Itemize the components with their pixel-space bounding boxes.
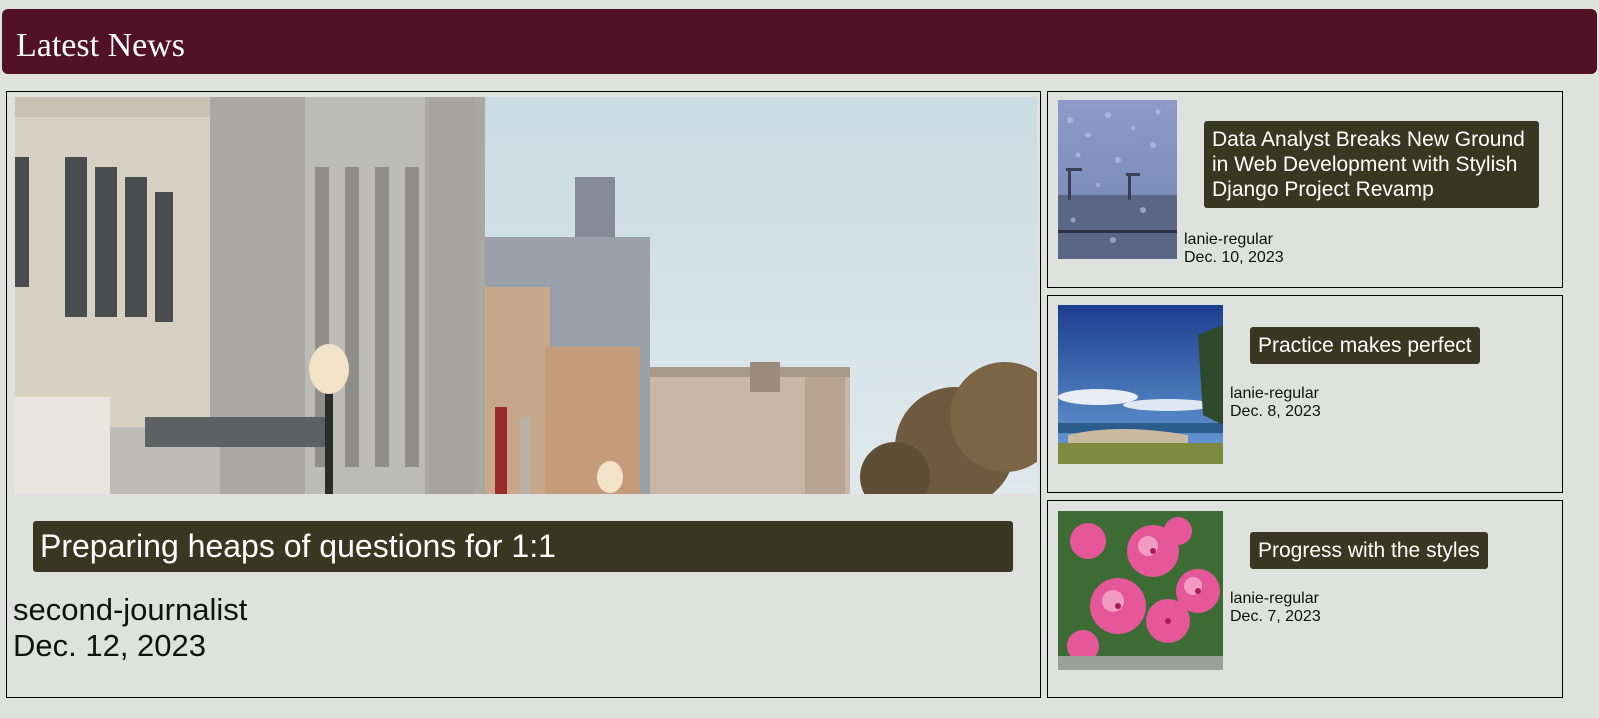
article-thumbnail[interactable] <box>1058 305 1223 464</box>
article-card[interactable]: Data Analyst Breaks New Ground in Web De… <box>1047 91 1563 288</box>
article-title[interactable]: Practice makes perfect <box>1250 327 1480 364</box>
article-date: Dec. 8, 2023 <box>1230 403 1321 420</box>
article-card[interactable]: Progress with the styles lanie-regular D… <box>1047 500 1563 698</box>
article-date: Dec. 7, 2023 <box>1230 608 1321 625</box>
article-title[interactable]: Data Analyst Breaks New Ground in Web De… <box>1204 121 1539 208</box>
article-thumbnail[interactable] <box>1058 100 1177 259</box>
featured-article-author: second-journalist <box>13 592 248 627</box>
featured-article-image[interactable] <box>15 97 1037 494</box>
site-header: Latest News <box>2 9 1597 74</box>
article-thumbnail[interactable] <box>1058 511 1223 670</box>
page-title: Latest News <box>16 27 186 64</box>
article-date: Dec. 10, 2023 <box>1184 249 1284 266</box>
article-author: lanie-regular <box>1230 590 1319 607</box>
article-card[interactable]: Practice makes perfect lanie-regular Dec… <box>1047 295 1563 493</box>
article-author: lanie-regular <box>1184 231 1273 248</box>
featured-article-date: Dec. 12, 2023 <box>13 628 207 663</box>
featured-article-card[interactable]: Preparing heaps of questions for 1:1 sec… <box>6 91 1041 698</box>
featured-article-title[interactable]: Preparing heaps of questions for 1:1 <box>33 521 1013 572</box>
article-title[interactable]: Progress with the styles <box>1250 532 1488 569</box>
article-author: lanie-regular <box>1230 385 1319 402</box>
